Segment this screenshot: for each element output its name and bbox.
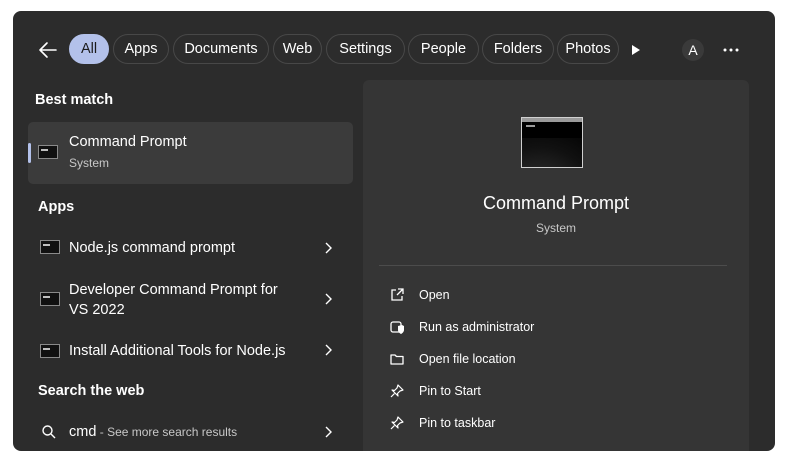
search-web-heading: Search the web <box>38 383 145 399</box>
app-title: Developer Command Prompt for <box>69 282 278 298</box>
search-flyout: All Apps Documents Web Settings People F… <box>13 11 775 451</box>
tab-apps[interactable]: Apps <box>113 34 169 64</box>
web-query-text: cmd <box>69 424 97 440</box>
detail-subtitle: System <box>535 221 576 235</box>
pin-icon <box>390 416 404 430</box>
best-match-item[interactable]: Command Prompt System <box>28 122 353 184</box>
search-icon <box>42 425 56 439</box>
selection-indicator <box>28 143 31 163</box>
command-prompt-icon <box>38 145 58 159</box>
tab-photos[interactable]: Photos <box>557 34 619 64</box>
open-external-icon <box>391 288 404 301</box>
detail-pane: Command Prompt System Open Run as admini… <box>363 80 749 451</box>
best-match-subtitle: System <box>69 156 110 170</box>
action-label: Open file location <box>419 352 516 366</box>
best-match-heading: Best match <box>35 92 114 108</box>
action-label: Run as administrator <box>419 320 535 334</box>
chevron-right-icon[interactable] <box>324 241 334 255</box>
action-label: Open <box>419 288 450 302</box>
tab-settings[interactable]: Settings <box>326 34 405 64</box>
account-avatar[interactable]: A <box>682 39 704 61</box>
back-arrow-icon[interactable] <box>36 38 60 62</box>
web-query: cmd - See more search results <box>69 424 237 440</box>
command-prompt-icon <box>40 344 60 358</box>
more-options-icon[interactable] <box>722 41 740 59</box>
folder-icon <box>390 354 404 365</box>
tab-all[interactable]: All <box>69 34 109 64</box>
command-prompt-icon <box>40 292 60 306</box>
action-label: Pin to taskbar <box>419 416 496 430</box>
shield-icon <box>390 321 404 334</box>
tab-folders[interactable]: Folders <box>482 34 554 64</box>
app-title: Install Additional Tools for Node.js <box>69 343 286 359</box>
best-match-title: Command Prompt <box>69 134 187 150</box>
chevron-right-icon[interactable] <box>324 292 334 306</box>
more-filters-play-icon[interactable] <box>631 44 641 56</box>
tab-documents[interactable]: Documents <box>173 34 269 64</box>
apps-heading: Apps <box>38 199 75 215</box>
chevron-right-icon[interactable] <box>324 343 334 357</box>
tab-web[interactable]: Web <box>273 34 322 64</box>
app-title-line2: VS 2022 <box>69 302 125 318</box>
divider <box>379 265 727 266</box>
pin-icon <box>390 384 404 398</box>
app-title: Node.js command prompt <box>69 240 236 256</box>
command-prompt-large-icon <box>521 117 583 168</box>
tab-people[interactable]: People <box>408 34 479 64</box>
detail-title: Command Prompt <box>482 193 630 213</box>
command-prompt-icon <box>40 240 60 254</box>
action-label: Pin to Start <box>419 384 481 398</box>
